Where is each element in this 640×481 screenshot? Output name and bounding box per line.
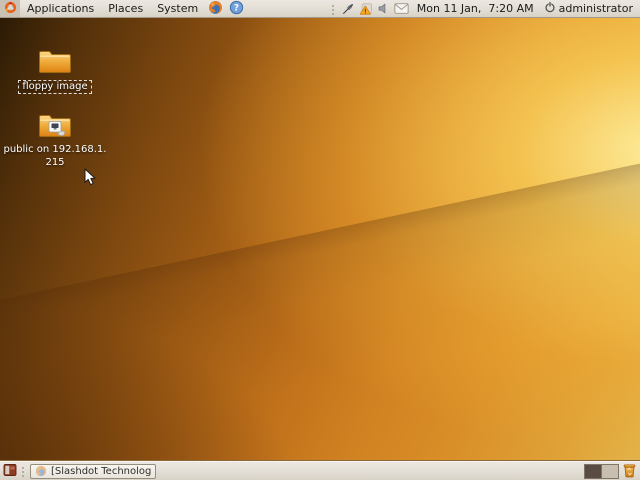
power-icon [544,1,556,16]
desktop-wallpaper[interactable]: floppy image [0,18,640,461]
clock-applet[interactable]: Mon 11 Jan, 7:20 AM [413,2,538,15]
notification-area: Mon 11 Jan, 7:20 AM administrator [328,1,640,16]
show-desktop-button[interactable] [2,462,18,481]
taskbar-window-title: [Slashdot Technology ... [51,466,151,477]
folder-icon [38,48,72,79]
update-notifier-warning-icon[interactable] [359,2,373,16]
menu-places[interactable]: Places [101,0,150,17]
window-list-handle[interactable] [20,465,25,477]
user-switcher-label: administrator [559,2,633,15]
workspace-switcher [584,464,619,479]
help-icon: ? [229,0,244,18]
ubuntu-logo-icon [4,1,17,17]
trash-applet[interactable] [622,462,637,481]
workspace-1[interactable] [585,465,601,478]
desktop-icon-label-line2: 215 [45,157,64,169]
desktop-icon-label-line1: public on 192.168.1. [4,144,107,156]
user-switcher-applet[interactable]: administrator [542,1,635,16]
firefox-launcher[interactable] [205,0,226,17]
network-disconnected-icon[interactable] [341,2,355,16]
desktop-icon-floppy-image[interactable]: floppy image [3,48,107,94]
top-panel: Applications Places System ? [0,0,640,18]
ubuntu-main-menu[interactable] [0,0,20,17]
volume-icon[interactable] [377,2,390,15]
mail-notification-icon[interactable] [394,3,409,14]
desktop-icon-label: floppy image [18,80,91,94]
firefox-window-icon [35,465,47,477]
desktop-icon-public-share[interactable]: public on 192.168.1. 215 [3,112,107,169]
bottom-panel: [Slashdot Technology ... [0,461,640,480]
bottom-panel-right-group [584,462,640,481]
help-launcher[interactable]: ? [226,0,247,17]
taskbar-window-button[interactable]: [Slashdot Technology ... [30,464,156,479]
mouse-cursor [84,168,98,191]
shared-network-folder-icon [38,112,72,143]
menu-system[interactable]: System [150,0,205,17]
svg-text:?: ? [234,3,239,13]
workspace-2[interactable] [601,465,618,478]
menu-applications[interactable]: Applications [20,0,101,17]
show-desktop-icon [3,463,17,480]
trash-icon [622,462,637,481]
applet-handle[interactable] [330,3,335,15]
firefox-icon [208,0,223,18]
